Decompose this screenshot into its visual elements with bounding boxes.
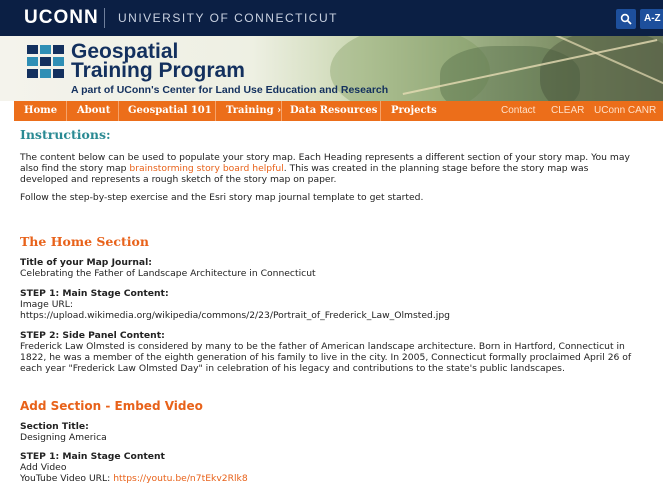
follow-text: Follow the step-by-step exercise and the… (20, 192, 424, 203)
nav-data-resources[interactable]: Data Resources (290, 101, 377, 121)
program-title[interactable]: Geospatial Training Program (71, 41, 245, 82)
nav-clear[interactable]: CLEAR (551, 101, 584, 121)
nav-divider (281, 101, 282, 121)
youtube-link[interactable]: https://youtu.be/n7tEkv2Rlk8 (113, 473, 248, 484)
embed-video-heading: Add Section - Embed Video (20, 399, 203, 413)
video-url-label: YouTube Video URL: (20, 473, 114, 484)
program-title-line2: Training Program (71, 59, 245, 82)
nav-home[interactable]: Home (24, 101, 57, 121)
step1-image-url: https://upload.wikimedia.org/wikipedia/c… (20, 310, 450, 321)
uconn-logo[interactable]: UCONN (24, 7, 99, 29)
step2-label: STEP 2: Side Panel Content: (20, 330, 165, 341)
nav-divider (118, 101, 119, 121)
step2-line-2: 1822, he was a member of the eighth gene… (20, 352, 632, 363)
nav-uconn-canr[interactable]: UConn CANR (594, 101, 656, 121)
intro-text: also find the story map (20, 163, 130, 174)
map-imagery (540, 36, 663, 101)
section-title-value: Designing America (20, 432, 107, 443)
nav-about[interactable]: About (77, 101, 110, 121)
search-icon (620, 13, 632, 25)
top-bar: UCONN UNIVERSITY OF CONNECTICUT A-Z (0, 0, 663, 36)
instructions-heading: Instructions: (20, 127, 111, 142)
intro-line-2: also find the story map brainstorming st… (20, 163, 588, 174)
section-title-label: Section Title: (20, 421, 89, 432)
nav-geospatial-101[interactable]: Geospatial 101 (128, 101, 212, 121)
home-section-heading: The Home Section (20, 234, 149, 249)
journal-title-label: Title of your Map Journal: (20, 257, 152, 268)
video-step1-add: Add Video (20, 462, 67, 473)
video-url-line: YouTube Video URL: https://youtu.be/n7tE… (20, 473, 248, 484)
search-button[interactable] (616, 9, 636, 29)
az-index-button[interactable]: A-Z (640, 9, 663, 29)
university-name[interactable]: UNIVERSITY OF CONNECTICUT (118, 11, 338, 25)
intro-text: . This was created in the planning stage… (283, 163, 589, 174)
nav-divider (66, 101, 67, 121)
journal-title-value: Celebrating the Father of Landscape Arch… (20, 268, 316, 279)
brainstorming-link[interactable]: brainstorming story board helpful (129, 163, 283, 174)
nav-divider (380, 101, 381, 121)
divider (104, 8, 105, 28)
step1-image-label: Image URL: (20, 299, 74, 310)
program-banner: Geospatial Training Program A part of UC… (0, 36, 663, 101)
video-step1-label: STEP 1: Main Stage Content (20, 451, 165, 462)
intro-line-3: developed and represents a rough sketch … (20, 174, 337, 185)
intro-line-1: The content below can be used to populat… (20, 152, 630, 163)
nav-projects[interactable]: Projects (391, 101, 437, 121)
nav-contact[interactable]: Contact (501, 101, 535, 121)
nav-divider (215, 101, 216, 121)
step2-line-1: Frederick Law Olmsted is considered by m… (20, 341, 625, 352)
step1-label: STEP 1: Main Stage Content: (20, 288, 169, 299)
program-logo-icon[interactable] (27, 45, 65, 79)
step2-line-3: each year "Frederick Law Olmsted Day" in… (20, 363, 565, 374)
main-nav: Home About Geospatial 101 Training › Dat… (14, 101, 663, 121)
nav-training[interactable]: Training › (226, 101, 281, 121)
program-subtitle: A part of UConn's Center for Land Use Ed… (71, 84, 389, 96)
